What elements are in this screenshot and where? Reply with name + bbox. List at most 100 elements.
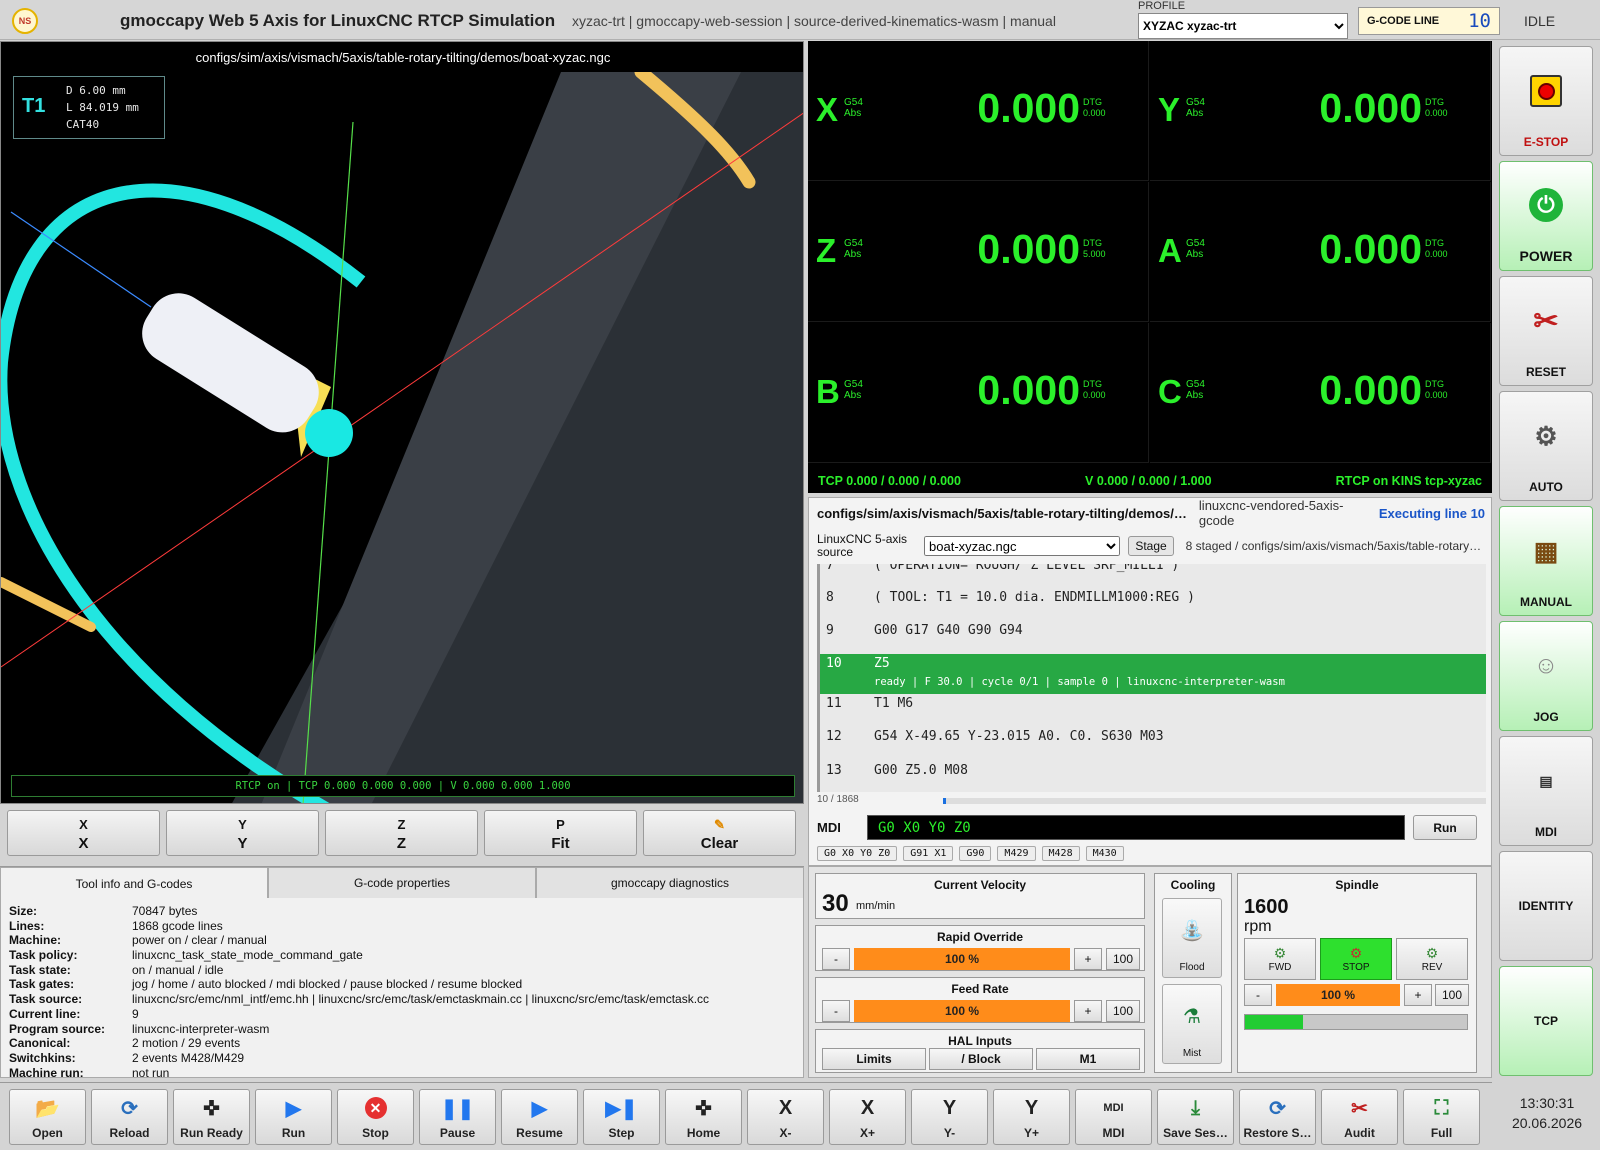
tab-tool-info[interactable]: Tool info and G-codes	[0, 867, 268, 899]
hal-limits-button[interactable]: Limits	[822, 1048, 926, 1070]
view-x-button[interactable]: XX	[7, 810, 160, 856]
feed-override-bar[interactable]: 100 %	[854, 1000, 1070, 1022]
feed-plus-button[interactable]: +	[1074, 1000, 1102, 1022]
mdi-history-item[interactable]: G91 X1	[903, 846, 954, 861]
step-button[interactable]: ▶❚ Step	[583, 1089, 660, 1145]
dtg-label: DTG	[1425, 97, 1444, 107]
info-value: linuxcnc-interpreter-wasm	[132, 1021, 270, 1036]
tcp-button[interactable]: TCP	[1499, 966, 1593, 1076]
spindle-fwd-button[interactable]: ⚙ FWD	[1244, 938, 1316, 980]
gcode-line[interactable]: 9 G00 G17 G40 G90 G94	[820, 623, 1486, 645]
profile-select[interactable]: XYZAC xyzac-trt	[1138, 13, 1348, 39]
jog-y-minus-button[interactable]: Y Y-	[911, 1089, 988, 1145]
restore-session-button[interactable]: ⟳ Restore S…	[1239, 1089, 1316, 1145]
mdi-history-item[interactable]: G90	[959, 846, 992, 861]
mdi-mode-button[interactable]: ▤ MDI	[1499, 736, 1593, 846]
velocity-unit: mm/min	[856, 900, 896, 912]
mdi-input[interactable]	[867, 815, 1405, 840]
feed-reset-button[interactable]: 100	[1106, 1000, 1140, 1022]
hal-m1-button[interactable]: M1	[1036, 1048, 1140, 1070]
hal-block-delete-button[interactable]: / Block	[929, 1048, 1033, 1070]
stop-spindle-icon: ⚙	[1349, 945, 1363, 961]
run-ready-button[interactable]: ✜ Run Ready	[173, 1089, 250, 1145]
identity-button[interactable]: IDENTITY	[1499, 851, 1593, 961]
run-ready-icon: ✜	[203, 1097, 220, 1120]
manual-mode-button[interactable]: ▦ MANUAL	[1499, 506, 1593, 616]
axis-value: 0.000	[977, 226, 1080, 272]
power-button[interactable]: ⏻ POWER	[1499, 161, 1593, 271]
stop-button[interactable]: ✕ Stop	[337, 1089, 414, 1145]
dro-axis-b[interactable]: B G54 Abs 0.000 DTG 0.000	[808, 323, 1149, 463]
spindle-rev-button[interactable]: ⚙ REV	[1396, 938, 1468, 980]
dtg-label: DTG	[1425, 238, 1444, 248]
spindle-plus-button[interactable]: +	[1404, 984, 1432, 1006]
mdi-history-item[interactable]: M429	[997, 846, 1036, 861]
rapid-override-bar[interactable]: 100 %	[854, 948, 1070, 970]
source-file-select[interactable]: boat-xyzac.ngc	[924, 536, 1121, 556]
info-row: Lines: 1868 gcode lines	[9, 919, 795, 934]
gcode-line[interactable]: 11 T1 M6	[820, 696, 1486, 718]
view-y-button[interactable]: YY	[166, 810, 319, 856]
info-row: Task source: linuxcnc/src/emc/nml_intf/em…	[9, 992, 795, 1007]
feed-minus-button[interactable]: -	[822, 1000, 850, 1022]
dro-axis-z[interactable]: Z G54 Abs 0.000 DTG 5.000	[808, 182, 1149, 322]
jog-x-minus-button[interactable]: X X-	[747, 1089, 824, 1145]
mdi-toolbar-button[interactable]: MDI MDI	[1075, 1089, 1152, 1145]
home-button[interactable]: ✜ Home	[665, 1089, 742, 1145]
dro-axis-y[interactable]: Y G54 Abs 0.000 DTG 0.000	[1150, 41, 1491, 181]
info-value: 1868 gcode lines	[132, 918, 223, 933]
audit-button[interactable]: ✂ Audit	[1321, 1089, 1398, 1145]
axis-letter: X	[816, 91, 839, 128]
reload-button[interactable]: ⟳ Reload	[91, 1089, 168, 1145]
spindle-minus-button[interactable]: -	[1244, 984, 1272, 1006]
mdi-history-item[interactable]: M430	[1085, 846, 1124, 861]
save-session-button[interactable]: ⤓ Save Ses…	[1157, 1089, 1234, 1145]
info-key: Task source:	[9, 992, 83, 1007]
mist-button[interactable]: ⚗ Mist	[1162, 984, 1222, 1064]
rapid-reset-button[interactable]: 100	[1106, 948, 1140, 970]
fullscreen-button[interactable]: ⛶ Full	[1403, 1089, 1480, 1145]
spindle-stop-button[interactable]: ⚙ STOP	[1320, 938, 1392, 980]
flood-button[interactable]: ⛲ Flood	[1162, 898, 1222, 978]
dro-axis-a[interactable]: A G54 Abs 0.000 DTG 0.000	[1150, 182, 1491, 322]
open-button[interactable]: 📂 Open	[9, 1089, 86, 1145]
gcode-line[interactable]: 12 G54 X-49.65 Y-23.015 A0. C0. S630 M03	[820, 729, 1486, 751]
dro-axis-x[interactable]: X G54 Abs 0.000 DTG 0.000	[808, 41, 1149, 181]
preview-viewport[interactable]: configs/sim/axis/vismach/5axis/table-rot…	[0, 41, 804, 804]
rapid-plus-button[interactable]: +	[1074, 948, 1102, 970]
pause-button[interactable]: ❚❚ Pause	[419, 1089, 496, 1145]
stage-button[interactable]: Stage	[1128, 536, 1174, 556]
view-z-button[interactable]: ZZ	[325, 810, 478, 856]
feed-rate-panel: Feed Rate - 100 % + 100	[815, 977, 1145, 1023]
jog-x-plus-button[interactable]: X X+	[829, 1089, 906, 1145]
dro-axis-c[interactable]: C G54 Abs 0.000 DTG 0.000	[1150, 323, 1491, 463]
view-clear-button[interactable]: ✎ Clear	[643, 810, 796, 856]
estop-button[interactable]: E-STOP	[1499, 46, 1593, 156]
tool-holder: CAT40	[66, 118, 100, 131]
resume-label: Resume	[516, 1126, 563, 1140]
reset-button[interactable]: ✂ RESET	[1499, 276, 1593, 386]
mdi-history-item[interactable]: M428	[1041, 846, 1080, 861]
gcode-source-row: LinuxCNC 5-axis source boat-xyzac.ngc St…	[809, 530, 1493, 562]
rapid-minus-button[interactable]: -	[822, 948, 850, 970]
auto-mode-button[interactable]: ⚙ AUTO	[1499, 391, 1593, 501]
view-fit-button[interactable]: P Fit	[484, 810, 637, 856]
gcode-line[interactable]: 8 ( TOOL: T1 = 10.0 dia. ENDMILLM1000:REG…	[820, 590, 1486, 612]
toolpath-scene	[1, 65, 803, 803]
tab-diagnostics[interactable]: gmoccapy diagnostics	[536, 867, 804, 899]
run-button[interactable]: ▶ Run	[255, 1089, 332, 1145]
jog-button[interactable]: ☺ JOG	[1499, 621, 1593, 731]
gcode-line[interactable]: 13 G00 Z5.0 M08	[820, 763, 1486, 785]
tab-gcode-properties[interactable]: G-code properties	[268, 867, 536, 899]
resume-button[interactable]: ▶ Resume	[501, 1089, 578, 1145]
gcode-listing[interactable]: 7 ( OPERATION= ROUGH/ Z LEVEL SRF_MILL1 )…	[817, 564, 1486, 792]
jog-y-plus-button[interactable]: Y Y+	[993, 1089, 1070, 1145]
spindle-reset-button[interactable]: 100	[1435, 984, 1469, 1006]
view-y-icon: Y	[238, 817, 247, 832]
gcode-line-current[interactable]: 10 Z5 ready | F 30.0 | cycle 0/1 | sample …	[820, 654, 1486, 694]
mdi-run-button[interactable]: Run	[1413, 815, 1477, 840]
spindle-override-bar[interactable]: 100 %	[1276, 984, 1400, 1006]
restore-session-label: Restore S…	[1243, 1126, 1312, 1140]
gcode-line[interactable]: 7 ( OPERATION= ROUGH/ Z LEVEL SRF_MILL1 )	[820, 564, 1486, 580]
mdi-history-item[interactable]: G0 X0 Y0 Z0	[817, 846, 898, 861]
